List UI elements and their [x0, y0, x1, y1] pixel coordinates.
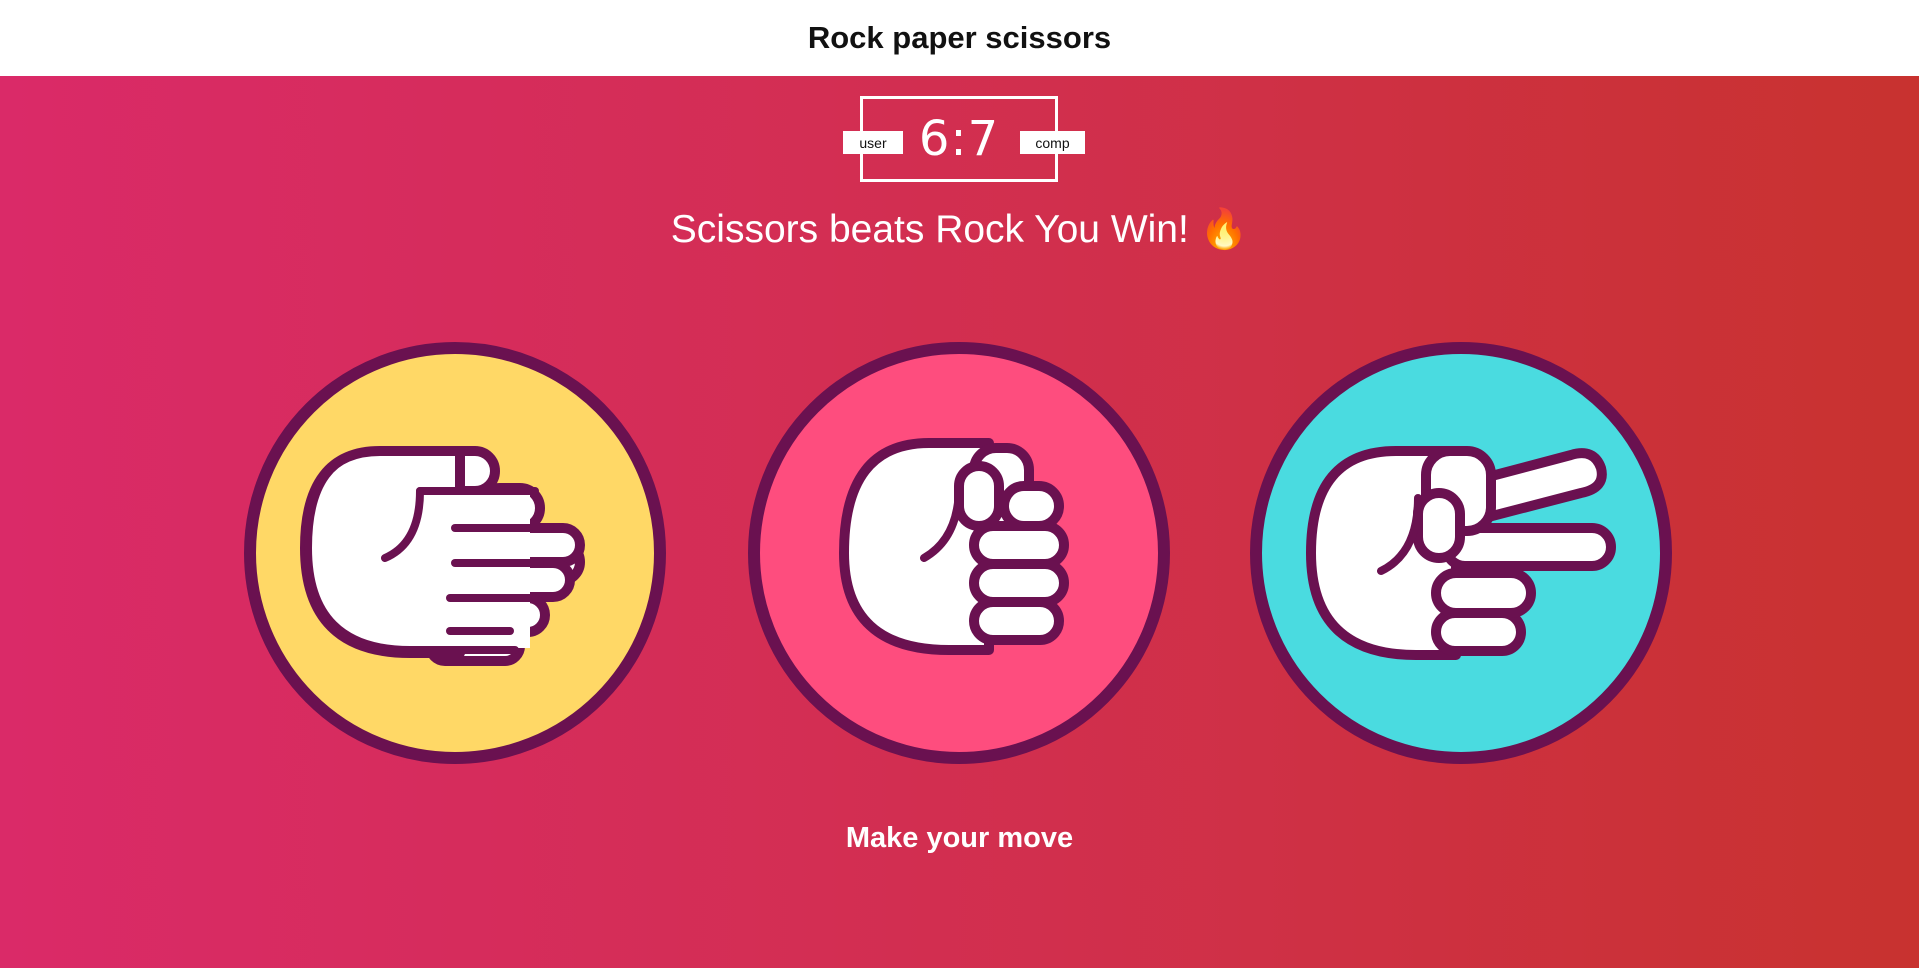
result-message: Scissors beats Rock You Win! 🔥 [670, 208, 1249, 251]
page-title: Rock paper scissors [807, 20, 1112, 55]
user-score-label: user [843, 131, 903, 154]
comp-score-label: comp [1020, 131, 1085, 154]
score-display: 6:7 [918, 111, 1000, 167]
make-move-prompt: Make your move [845, 822, 1074, 854]
rock-choice-button[interactable] [748, 342, 1170, 764]
scissors-choice-button[interactable] [1250, 342, 1672, 764]
paper-hand-icon [300, 446, 585, 666]
rock-fist-icon [839, 438, 1069, 655]
scissors-hand-icon [1306, 446, 1616, 660]
paper-choice-button[interactable] [244, 342, 666, 764]
scoreboard: user 6:7 comp [843, 96, 1085, 182]
header: Rock paper scissors [0, 0, 1919, 76]
